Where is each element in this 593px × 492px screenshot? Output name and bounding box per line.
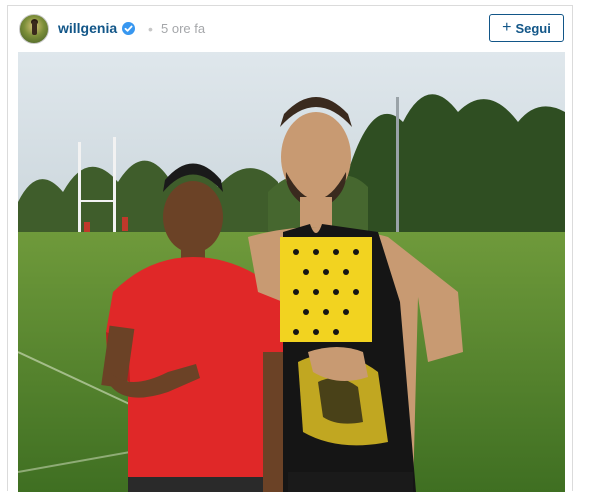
username-link[interactable]: willgenia [58,20,117,36]
post-card: willgenia • 5 ore fa + Segui [7,5,573,492]
plus-icon: + [502,19,512,36]
avatar-body-shape [32,21,37,35]
separator-dot: • [148,21,153,37]
follow-label: Segui [515,20,551,36]
post-photo[interactable] [18,52,565,492]
follow-button[interactable]: + Segui [489,14,564,42]
photo-illustration [18,52,565,492]
verified-badge-icon [122,22,135,35]
post-time[interactable]: 5 ore fa [161,21,205,36]
post-header: willgenia • 5 ore fa + Segui [8,6,572,52]
avatar[interactable] [19,14,49,44]
